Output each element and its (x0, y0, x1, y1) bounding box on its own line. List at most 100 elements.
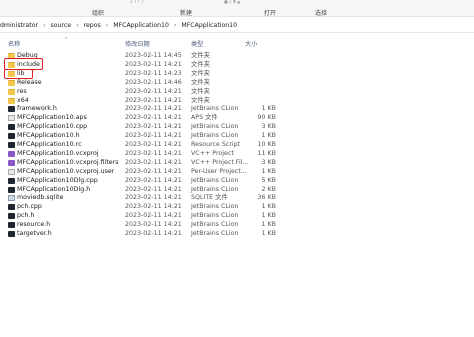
column-headers: ^ 名称 修改日期 类型 大小 (0, 37, 474, 49)
file-date: 2023-02-11 14:23 (125, 69, 182, 77)
file-size: 1 KB (261, 167, 276, 175)
file-row[interactable]: pch.h 2023-02-11 14:21 JetBrains CLion 1 KB (0, 212, 474, 221)
file-size: 3 KB (261, 158, 276, 166)
folder-icon (8, 97, 15, 104)
file-name: Release (17, 78, 42, 86)
file-row[interactable]: MFCApplication10.h 2023-02-11 14:21 JetBra… (0, 132, 474, 141)
file-date: 2023-02-11 14:21 (125, 141, 182, 148)
chevron-right-icon: › (43, 21, 46, 29)
vs-project-icon (8, 150, 15, 157)
breadcrumb-item[interactable]: source (51, 22, 72, 29)
file-type: 文件夹 (191, 96, 210, 104)
ribbon-toolbar: 2 7 T 7 ■ 2 ▼ ▲ 组织 新建 打开 选择 (0, 0, 474, 17)
file-size: 36 KB (257, 194, 276, 202)
file-row[interactable]: MFCApplication10Dlg.cpp 2023-02-11 14:21 J… (0, 177, 474, 186)
file-type: APS 文件 (191, 114, 218, 122)
file-date: 2023-02-11 14:21 (125, 194, 182, 202)
clion-file-icon (8, 231, 15, 237)
file-row[interactable]: moviedb.sqlite 2023-02-11 14:21 SQLITE 文件 3… (0, 194, 474, 203)
file-name: MFCApplication10Dlg.h (17, 185, 91, 193)
file-row[interactable]: x64 2023-02-11 14:21 文件夹 (0, 97, 474, 106)
generic-file-icon (8, 168, 15, 175)
file-row[interactable]: resource.h 2023-02-11 14:21 JetBrains CLio… (0, 221, 474, 230)
column-header-type[interactable]: 类型 (191, 39, 203, 48)
file-date: 2023-02-11 14:21 (125, 230, 182, 237)
database-file-icon (8, 195, 15, 202)
file-size: 2 KB (261, 185, 276, 193)
column-header-size[interactable]: 大小 (245, 39, 257, 48)
file-row[interactable]: MFCApplication10.vcxproj.user 2023-02-11 … (0, 168, 474, 177)
chevron-right-icon: › (105, 21, 109, 29)
column-header-name[interactable]: 名称 (8, 39, 20, 48)
clion-file-icon (8, 124, 15, 131)
file-date: 2023-02-11 14:21 (125, 149, 182, 157)
ribbon-group-organize[interactable]: 组织 (92, 8, 104, 17)
file-row[interactable]: MFCApplication10.rc 2023-02-11 14:21 Resou… (0, 141, 474, 150)
file-row[interactable]: targetver.h 2023-02-11 14:21 JetBrains CLi… (0, 230, 474, 239)
file-size: 1 KB (261, 221, 276, 229)
clion-file-icon (8, 222, 15, 229)
file-row[interactable]: MFCApplication10.vcxproj.filters 2023-02-… (0, 159, 474, 168)
file-size: 1 KB (261, 105, 276, 113)
ribbon-group-select[interactable]: 选择 (315, 8, 327, 17)
file-name: pch.h (17, 212, 35, 220)
file-type: VC++ Project (191, 149, 234, 157)
ribbon-group-new[interactable]: 新建 (180, 8, 192, 17)
highlight-box (4, 69, 33, 79)
file-date: 2023-02-11 14:21 (125, 114, 182, 122)
file-date: 2023-02-11 14:21 (125, 158, 182, 166)
breadcrumb-item[interactable]: dministrator (0, 22, 38, 29)
clion-file-icon (8, 186, 15, 193)
file-date: 2023-02-11 14:46 (125, 78, 182, 86)
file-date: 2023-02-11 14:21 (125, 167, 182, 175)
sort-arrow-icon: ^ (64, 37, 69, 43)
file-row[interactable]: Release 2023-02-11 14:46 文件夹 (0, 79, 474, 88)
breadcrumb-item[interactable]: repos (84, 22, 101, 29)
file-row[interactable]: pch.cpp 2023-02-11 14:21 JetBrains CLion 1 … (0, 203, 474, 212)
file-date: 2023-02-11 14:21 (125, 212, 182, 220)
clion-file-icon (8, 106, 15, 113)
chevron-right-icon: › (76, 21, 79, 29)
file-name: MFCApplication10.vcxproj.filters (17, 158, 119, 166)
file-size: 1 KB (261, 203, 276, 211)
file-type: 文件夹 (191, 52, 210, 59)
file-row[interactable]: framework.h 2023-02-11 14:21 JetBrains CLi… (0, 105, 474, 114)
file-name: MFCApplication10.cpp (17, 123, 88, 131)
address-bar[interactable]: dministrator › source › repos › MFCAppli… (0, 18, 474, 33)
file-row[interactable]: include 2023-02-11 14:21 文件夹 (0, 61, 474, 70)
file-name: MFCApplication10Dlg.cpp (17, 176, 98, 184)
file-row[interactable]: res 2023-02-11 14:21 文件夹 (0, 88, 474, 97)
file-name: framework.h (17, 105, 57, 113)
column-header-date[interactable]: 修改日期 (125, 39, 150, 48)
file-size: 90 KB (257, 114, 276, 122)
file-name: res (17, 87, 27, 95)
file-type: 文件夹 (191, 60, 210, 68)
file-size: 3 KB (261, 123, 276, 131)
file-name: MFCApplication10.aps (17, 114, 87, 122)
file-name: x64 (17, 96, 29, 104)
file-date: 2023-02-11 14:21 (125, 132, 182, 140)
breadcrumb-item[interactable]: MFCApplication10 (113, 22, 169, 29)
file-row[interactable]: MFCApplication10.vcxproj 2023-02-11 14:21… (0, 150, 474, 159)
file-row[interactable]: Debug 2023-02-11 14:45 文件夹 (0, 52, 474, 61)
file-row[interactable]: MFCApplication10Dlg.h 2023-02-11 14:21 Jet… (0, 186, 474, 195)
file-size: 1 KB (261, 230, 276, 237)
file-row[interactable]: MFCApplication10.aps 2023-02-11 14:21 APS … (0, 114, 474, 123)
file-date: 2023-02-11 14:21 (125, 123, 182, 131)
vs-project-icon (8, 159, 15, 166)
file-type: SQLITE 文件 (191, 194, 228, 202)
file-size: 1 KB (261, 132, 276, 140)
file-name: MFCApplication10.vcxproj (17, 149, 99, 157)
folder-icon (8, 88, 15, 95)
file-size: 5 KB (261, 176, 276, 184)
breadcrumb-item[interactable]: MFCApplication10 (181, 22, 237, 29)
file-row[interactable]: lib 2023-02-11 14:23 文件夹 (0, 70, 474, 79)
file-date: 2023-02-11 14:21 (125, 60, 182, 68)
ribbon-group-open[interactable]: 打开 (264, 8, 276, 17)
file-row[interactable]: MFCApplication10.cpp 2023-02-11 14:21 JetB… (0, 123, 474, 132)
file-name: MFCApplication10.h (17, 132, 80, 140)
clion-file-icon (8, 204, 15, 211)
generic-file-icon (8, 115, 15, 122)
file-date: 2023-02-11 14:45 (125, 52, 182, 59)
file-type: 文件夹 (191, 78, 210, 86)
